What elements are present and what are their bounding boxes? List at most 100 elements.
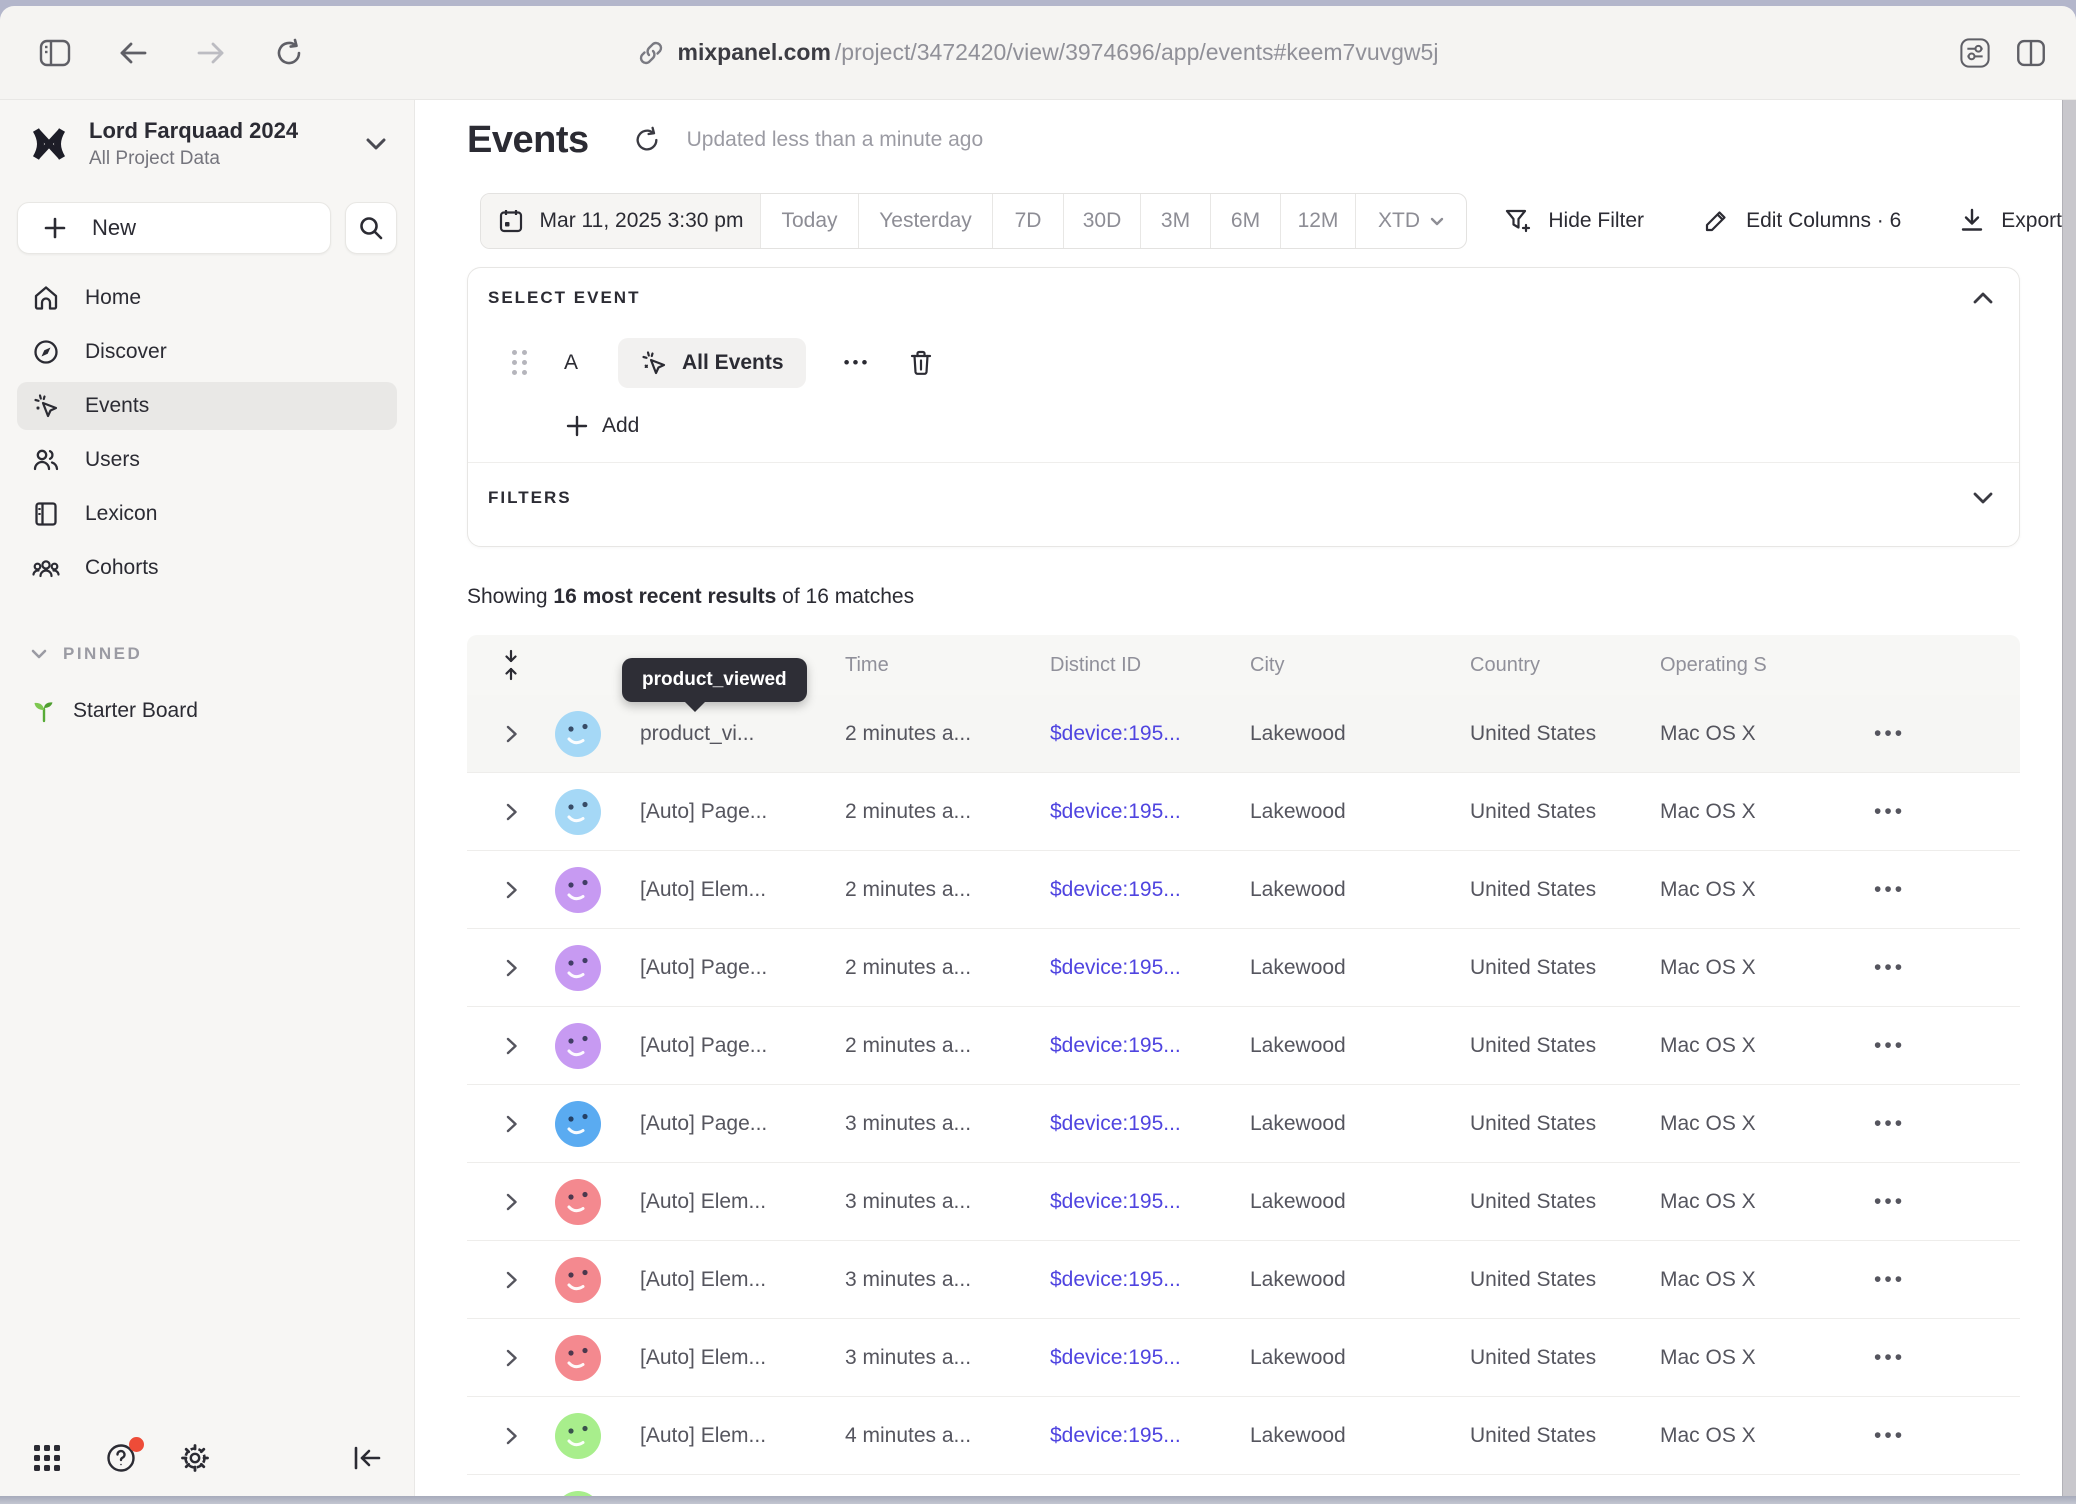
event-name-cell: [Auto] Page... — [625, 1034, 840, 1058]
refresh-icon[interactable] — [633, 126, 661, 154]
sidebar-item-label: Home — [85, 286, 141, 310]
distinct-id-link[interactable]: $device:195... — [1045, 800, 1245, 824]
sidebar-item-users[interactable]: Users — [17, 436, 397, 484]
range-30d[interactable]: 30D — [1064, 194, 1141, 248]
row-expander-icon[interactable] — [504, 1113, 519, 1135]
distinct-id-link[interactable]: $device:195... — [1045, 956, 1245, 980]
table-row[interactable]: [Auto] Page... 2 minutes a... $device:19… — [467, 1007, 2020, 1085]
table-row[interactable]: [Auto] Elem... 3 minutes a... $device:19… — [467, 1241, 2020, 1319]
column-operating-system[interactable]: Operating S — [1655, 654, 1860, 677]
table-row[interactable]: [Auto] Page... 2 minutes a... $device:19… — [467, 929, 2020, 1007]
row-actions-button[interactable]: ••• — [1860, 878, 2020, 902]
table-row[interactable]: [Auto] Elem... 4 minutes a... $device:19… — [467, 1397, 2020, 1475]
range-today[interactable]: Today — [761, 194, 859, 248]
row-expander-icon[interactable] — [504, 801, 519, 823]
table-row[interactable]: [Auto] Elem... 2 minutes a... $device:19… — [467, 851, 2020, 929]
collapse-sidebar-icon[interactable] — [350, 1441, 384, 1475]
table-row[interactable]: [Auto] Elem... 3 minutes a... $device:19… — [467, 1319, 2020, 1397]
sidebar-item-lexicon[interactable]: Lexicon — [17, 490, 397, 538]
address-bar[interactable]: mixpanel.com/project/3472420/view/397469… — [638, 39, 1439, 66]
table-row[interactable]: [Auto] Page... 3 minutes a... $device:19… — [467, 1085, 2020, 1163]
row-expander-icon[interactable] — [504, 1269, 519, 1291]
range-xtd[interactable]: XTD — [1356, 194, 1466, 248]
back-icon[interactable] — [116, 36, 150, 70]
range-7d[interactable]: 7D — [993, 194, 1064, 248]
column-time[interactable]: Time — [840, 654, 1045, 677]
collapse-rows-icon[interactable] — [502, 649, 520, 681]
distinct-id-link[interactable]: $device:195... — [1045, 1034, 1245, 1058]
new-button-label: New — [92, 215, 136, 241]
range-12m[interactable]: 12M — [1281, 194, 1356, 248]
drag-handle[interactable] — [512, 350, 528, 376]
row-expander-icon[interactable] — [504, 1191, 519, 1213]
distinct-id-link[interactable]: $device:195... — [1045, 1346, 1245, 1370]
distinct-id-link[interactable]: $device:195... — [1045, 1268, 1245, 1292]
table-row[interactable]: [Auto] Elem... 4 minutes a... $device:19… — [467, 1475, 2020, 1496]
sidebar-toggle-icon[interactable] — [38, 36, 72, 70]
row-actions-button[interactable]: ••• — [1860, 1190, 2020, 1214]
sidebar-item-events[interactable]: Events — [17, 382, 397, 430]
row-expander-icon[interactable] — [504, 1035, 519, 1057]
event-avatar — [555, 867, 601, 913]
sidebar-item-discover[interactable]: Discover — [17, 328, 397, 376]
hide-filter-button[interactable]: Hide Filter — [1504, 207, 1644, 235]
column-country[interactable]: Country — [1465, 654, 1655, 677]
city-cell: Lakewood — [1245, 800, 1465, 824]
row-actions-button[interactable]: ••• — [1860, 956, 2020, 980]
row-actions-button[interactable]: ••• — [1860, 1112, 2020, 1136]
help-icon[interactable] — [104, 1441, 138, 1475]
sidebar-item-cohorts[interactable]: Cohorts — [17, 544, 397, 592]
row-expander-icon[interactable] — [504, 879, 519, 901]
row-actions-button[interactable]: ••• — [1860, 722, 2020, 746]
country-cell: United States — [1465, 722, 1655, 746]
distinct-id-link[interactable]: $device:195... — [1045, 1112, 1245, 1136]
row-actions-button[interactable]: ••• — [1860, 1346, 2020, 1370]
pinned-label: PINNED — [63, 644, 142, 664]
row-actions-button[interactable]: ••• — [1860, 1424, 2020, 1448]
row-expander-icon[interactable] — [504, 1347, 519, 1369]
row-actions-button[interactable]: ••• — [1860, 1268, 2020, 1292]
sidebar-item-home[interactable]: Home — [17, 274, 397, 322]
column-distinct-id[interactable]: Distinct ID — [1045, 654, 1245, 677]
edit-columns-label: Edit Columns · 6 — [1746, 209, 1901, 233]
event-more-button[interactable]: ••• — [844, 353, 871, 373]
chevron-down-icon[interactable] — [1973, 492, 1993, 504]
split-view-icon[interactable] — [2014, 36, 2048, 70]
chevron-up-icon[interactable] — [1973, 292, 1993, 304]
export-button[interactable]: Export — [1959, 207, 2062, 235]
distinct-id-link[interactable]: $device:195... — [1045, 1190, 1245, 1214]
distinct-id-link[interactable]: $device:195... — [1045, 722, 1245, 746]
row-expander-icon[interactable] — [504, 957, 519, 979]
city-cell: Lakewood — [1245, 1190, 1465, 1214]
project-name: Lord Farquaad 2024 — [89, 118, 347, 144]
city-cell: Lakewood — [1245, 1112, 1465, 1136]
project-switcher[interactable]: Lord Farquaad 2024 All Project Data — [17, 114, 397, 174]
range-3m[interactable]: 3M — [1141, 194, 1211, 248]
date-picker-button[interactable]: Mar 11, 2025 3:30 pm — [481, 194, 761, 248]
table-row[interactable]: [Auto] Elem... 3 minutes a... $device:19… — [467, 1163, 2020, 1241]
edit-columns-button[interactable]: Edit Columns · 6 — [1702, 207, 1901, 235]
table-row[interactable]: [Auto] Page... 2 minutes a... $device:19… — [467, 773, 2020, 851]
event-select-button[interactable]: All Events — [618, 338, 806, 388]
trash-icon[interactable] — [908, 349, 934, 377]
pinned-section-header[interactable]: PINNED — [31, 644, 397, 664]
distinct-id-link[interactable]: $device:195... — [1045, 1424, 1245, 1448]
add-event-button[interactable]: Add — [566, 414, 2019, 438]
apps-grid-icon[interactable] — [30, 1441, 64, 1475]
row-expander-icon[interactable] — [504, 1425, 519, 1447]
reload-icon[interactable] — [272, 36, 306, 70]
event-name-cell: [Auto] Page... — [625, 800, 840, 824]
range-6m[interactable]: 6M — [1211, 194, 1281, 248]
gear-icon[interactable] — [178, 1441, 212, 1475]
sidebar-item-starter-board[interactable]: Starter Board — [31, 698, 397, 724]
os-cell: Mac OS X — [1655, 1424, 1860, 1448]
reader-settings-icon[interactable] — [1958, 36, 1992, 70]
row-expander-icon[interactable] — [504, 723, 519, 745]
search-button[interactable] — [345, 202, 397, 254]
column-city[interactable]: City — [1245, 654, 1465, 677]
row-actions-button[interactable]: ••• — [1860, 800, 2020, 824]
new-button[interactable]: New — [17, 202, 331, 254]
distinct-id-link[interactable]: $device:195... — [1045, 878, 1245, 902]
range-yesterday[interactable]: Yesterday — [859, 194, 993, 248]
row-actions-button[interactable]: ••• — [1860, 1034, 2020, 1058]
